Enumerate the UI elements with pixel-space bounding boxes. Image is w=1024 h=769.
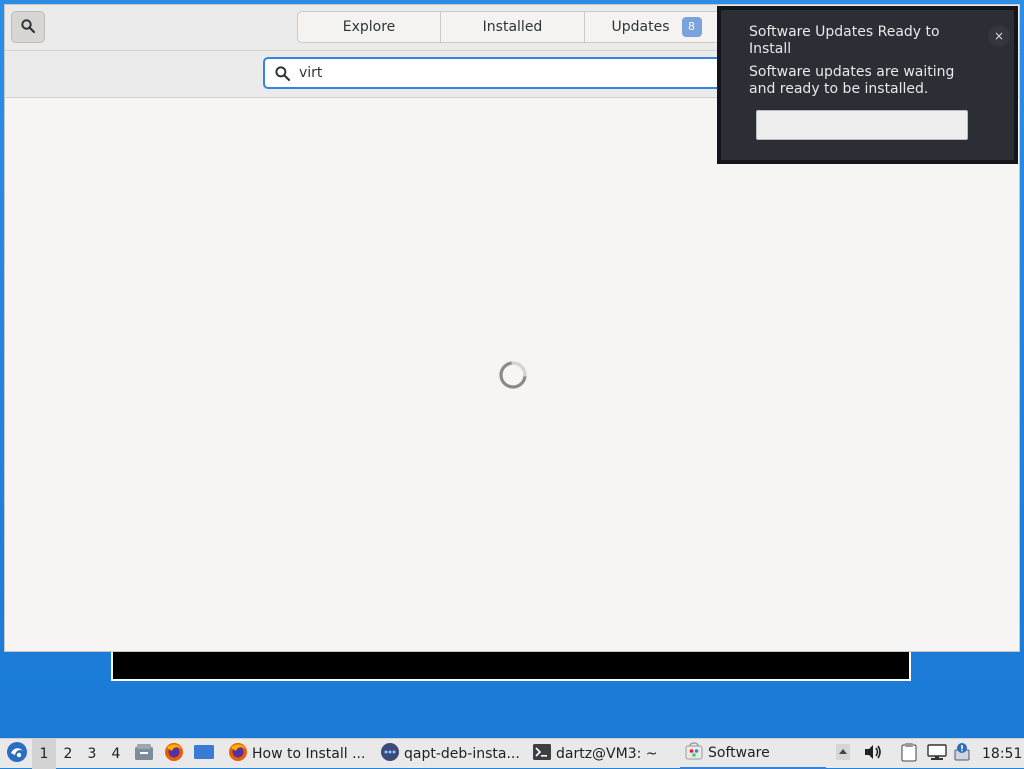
desktop-launcher[interactable] — [192, 739, 216, 769]
workspace-2[interactable]: 2 — [56, 739, 80, 769]
app-menu-logo-icon — [6, 741, 28, 767]
clock[interactable]: 18:51 — [982, 739, 1022, 769]
notification-title: Software Updates Ready to Install — [749, 24, 940, 57]
clipboard-icon — [901, 742, 917, 766]
firefox-icon — [164, 742, 184, 766]
tab-label: Explore — [342, 19, 396, 35]
installer-icon — [380, 742, 400, 766]
network-icon — [927, 743, 947, 765]
task-qapt[interactable]: qapt-deb-insta... — [376, 739, 526, 769]
firefox-icon — [228, 742, 248, 766]
search-toggle-button[interactable] — [11, 11, 45, 43]
show-desktop-icon — [193, 743, 215, 765]
search-icon — [21, 18, 36, 37]
workspace-1[interactable]: 1 — [32, 739, 56, 769]
volume-button[interactable] — [862, 739, 884, 769]
tab-label: Installed — [482, 19, 543, 35]
task-label: dartz@VM3: ~ — [556, 746, 658, 762]
tab-label: Updates — [611, 19, 670, 35]
tab-installed[interactable]: Installed — [441, 11, 585, 43]
terminal-icon — [532, 743, 552, 765]
workspace-4[interactable]: 4 — [104, 739, 128, 769]
software-icon — [684, 741, 704, 765]
clipboard-button[interactable] — [898, 739, 920, 769]
task-label: Software — [708, 745, 770, 761]
view-switcher: Explore Installed Updates 8 — [297, 11, 729, 43]
tray-expand-button[interactable] — [834, 739, 852, 769]
task-label: qapt-deb-insta... — [404, 746, 520, 762]
background-terminal-window[interactable] — [111, 650, 911, 681]
updates-count-badge: 8 — [681, 17, 702, 37]
tab-explore[interactable]: Explore — [297, 11, 441, 43]
volume-icon — [864, 744, 882, 764]
taskbar: 1 2 3 4 How to Install ... qapt-deb-inst… — [0, 738, 1024, 769]
chevron-up-icon — [836, 744, 850, 764]
task-software[interactable]: Software — [680, 739, 826, 769]
updates-notifier-button[interactable] — [952, 739, 974, 769]
search-entry[interactable] — [263, 57, 763, 89]
close-icon[interactable]: × — [988, 25, 1010, 47]
file-manager-launcher[interactable] — [133, 739, 155, 769]
task-browser[interactable]: How to Install ... — [224, 739, 374, 769]
firefox-launcher[interactable] — [163, 739, 185, 769]
task-label: How to Install ... — [252, 746, 366, 762]
update-alert-icon — [953, 742, 973, 766]
network-button[interactable] — [926, 739, 948, 769]
workspace-3[interactable]: 3 — [80, 739, 104, 769]
search-icon — [273, 64, 291, 82]
task-terminal[interactable]: dartz@VM3: ~ — [528, 739, 678, 769]
file-manager-icon — [134, 743, 154, 765]
search-input[interactable] — [297, 64, 741, 82]
app-menu-button[interactable] — [4, 739, 30, 769]
update-notification: Software Updates Ready to Install Softwa… — [717, 6, 1018, 164]
notification-action-button[interactable] — [756, 110, 968, 140]
loading-spinner-icon — [499, 361, 527, 389]
notification-body: Software updates are waiting and ready t… — [749, 64, 955, 97]
tab-updates[interactable]: Updates 8 — [585, 11, 729, 43]
